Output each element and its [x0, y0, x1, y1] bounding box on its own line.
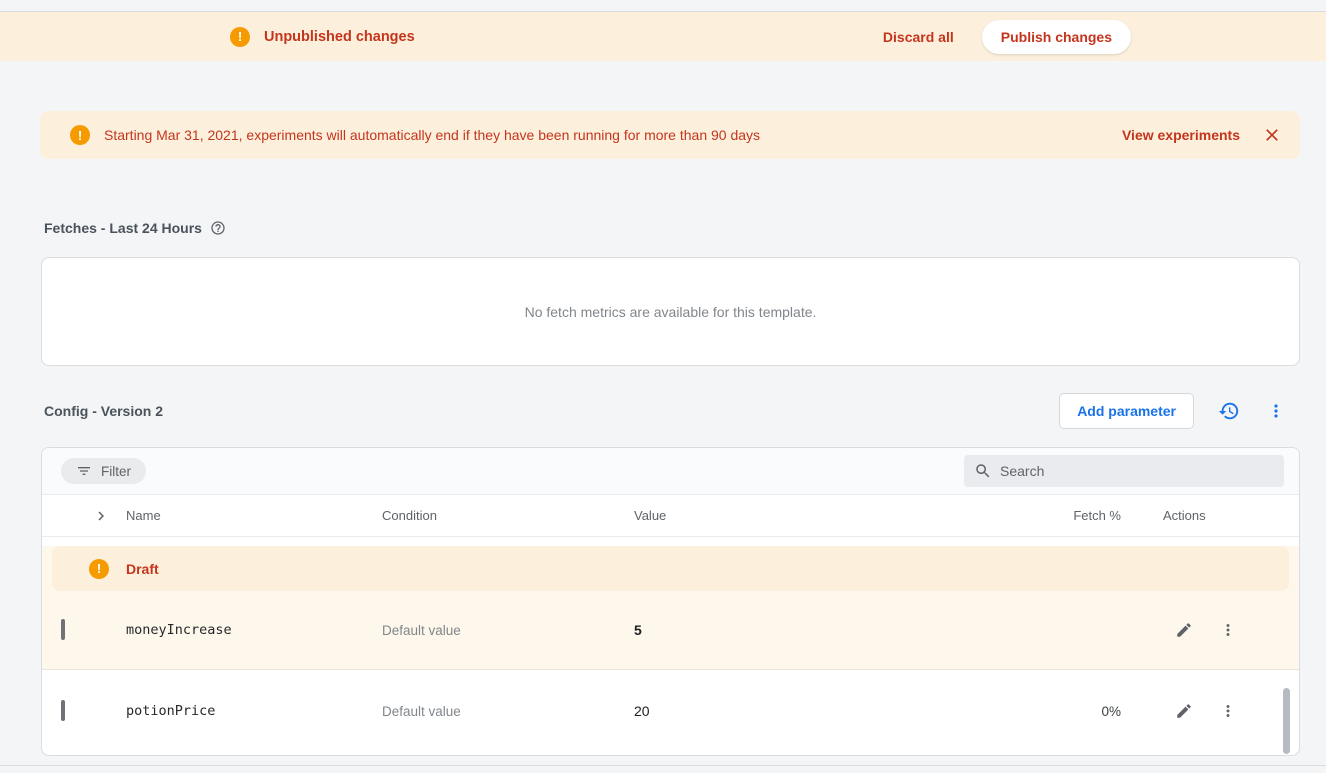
- discard-all-button[interactable]: Discard all: [883, 29, 954, 45]
- unpublished-changes-message: ! Unpublished changes: [230, 12, 415, 61]
- parameter-value: 5: [634, 622, 1037, 638]
- view-experiments-link[interactable]: View experiments: [1122, 127, 1240, 143]
- column-header-fetch: Fetch %: [1037, 508, 1149, 523]
- parameter-value: 20: [634, 703, 1037, 719]
- edit-parameter-button[interactable]: [1175, 621, 1193, 639]
- row-checkbox[interactable]: [61, 619, 65, 640]
- help-icon[interactable]: [210, 220, 226, 236]
- add-parameter-button[interactable]: Add parameter: [1059, 393, 1194, 429]
- search-input[interactable]: [1000, 463, 1274, 479]
- config-menu-button[interactable]: [1266, 401, 1286, 421]
- fetches-section-header: Fetches - Last 24 Hours: [44, 220, 226, 236]
- bottom-divider: [0, 765, 1326, 766]
- row-actions: [1149, 621, 1299, 639]
- kebab-menu-icon: [1266, 401, 1286, 421]
- column-header-condition: Condition: [382, 508, 634, 523]
- version-history-button[interactable]: [1218, 400, 1240, 422]
- fetch-metrics-card: No fetch metrics are available for this …: [41, 257, 1300, 366]
- unpublished-changes-label: Unpublished changes: [264, 29, 415, 45]
- filter-label: Filter: [101, 464, 131, 479]
- close-icon: [1262, 125, 1282, 145]
- row-checkbox-cell: [42, 702, 126, 720]
- column-header-actions: Actions: [1149, 508, 1299, 523]
- row-menu-button[interactable]: [1219, 621, 1237, 639]
- warning-icon: !: [230, 27, 250, 47]
- config-title: Config - Version 2: [44, 403, 163, 419]
- table-toolbar: Filter: [42, 448, 1299, 495]
- search-icon: [974, 462, 992, 480]
- history-icon: [1218, 400, 1240, 422]
- search-box: [964, 455, 1284, 487]
- experiments-notice-text: Starting Mar 31, 2021, experiments will …: [104, 127, 760, 143]
- pencil-icon: [1175, 702, 1193, 720]
- table-header-row: Name Condition Value Fetch % Actions: [42, 495, 1299, 537]
- row-menu-button[interactable]: [1219, 702, 1237, 720]
- kebab-menu-icon: [1219, 621, 1237, 639]
- warning-icon: !: [89, 559, 109, 579]
- fetches-title: Fetches - Last 24 Hours: [44, 220, 202, 236]
- config-section-header: Config - Version 2: [44, 403, 163, 419]
- parameter-condition: Default value: [382, 623, 634, 638]
- row-checkbox[interactable]: [61, 700, 65, 721]
- row-checkbox-cell: [42, 621, 126, 639]
- table-row[interactable]: moneyIncrease Default value 5: [42, 591, 1299, 670]
- publish-bar-actions: Discard all Publish changes: [883, 12, 1131, 61]
- parameter-name: potionPrice: [126, 703, 382, 719]
- close-banner-button[interactable]: [1262, 125, 1282, 145]
- draft-section: ! Draft moneyIncrease Default value 5: [42, 546, 1299, 670]
- scrollbar-thumb[interactable]: [1283, 688, 1290, 754]
- unpublished-changes-bar: ! Unpublished changes Discard all Publis…: [0, 11, 1326, 61]
- filter-icon: [76, 463, 92, 479]
- parameters-table: Filter Name Condition Value Fetch % Acti…: [41, 447, 1300, 756]
- publish-changes-button[interactable]: Publish changes: [982, 20, 1131, 54]
- parameter-name: moneyIncrease: [126, 622, 382, 638]
- parameter-condition: Default value: [382, 704, 634, 719]
- draft-label: Draft: [126, 561, 159, 577]
- column-header-value: Value: [634, 508, 1037, 523]
- filter-button[interactable]: Filter: [61, 458, 146, 484]
- draft-banner: ! Draft: [52, 546, 1289, 591]
- experiments-notice-banner: ! Starting Mar 31, 2021, experiments wil…: [40, 111, 1300, 159]
- pencil-icon: [1175, 621, 1193, 639]
- expand-all-button[interactable]: [42, 507, 126, 525]
- kebab-menu-icon: [1219, 702, 1237, 720]
- row-actions: [1149, 702, 1299, 720]
- edit-parameter-button[interactable]: [1175, 702, 1193, 720]
- fetch-metrics-empty-message: No fetch metrics are available for this …: [525, 304, 817, 320]
- parameter-fetch-pct: 0%: [1037, 704, 1149, 719]
- config-controls: Add parameter: [1059, 392, 1286, 430]
- column-header-name: Name: [126, 508, 382, 523]
- remote-config-page: ! Unpublished changes Discard all Publis…: [0, 0, 1326, 773]
- warning-icon: !: [70, 125, 90, 145]
- table-row[interactable]: potionPrice Default value 20 0%: [42, 670, 1299, 752]
